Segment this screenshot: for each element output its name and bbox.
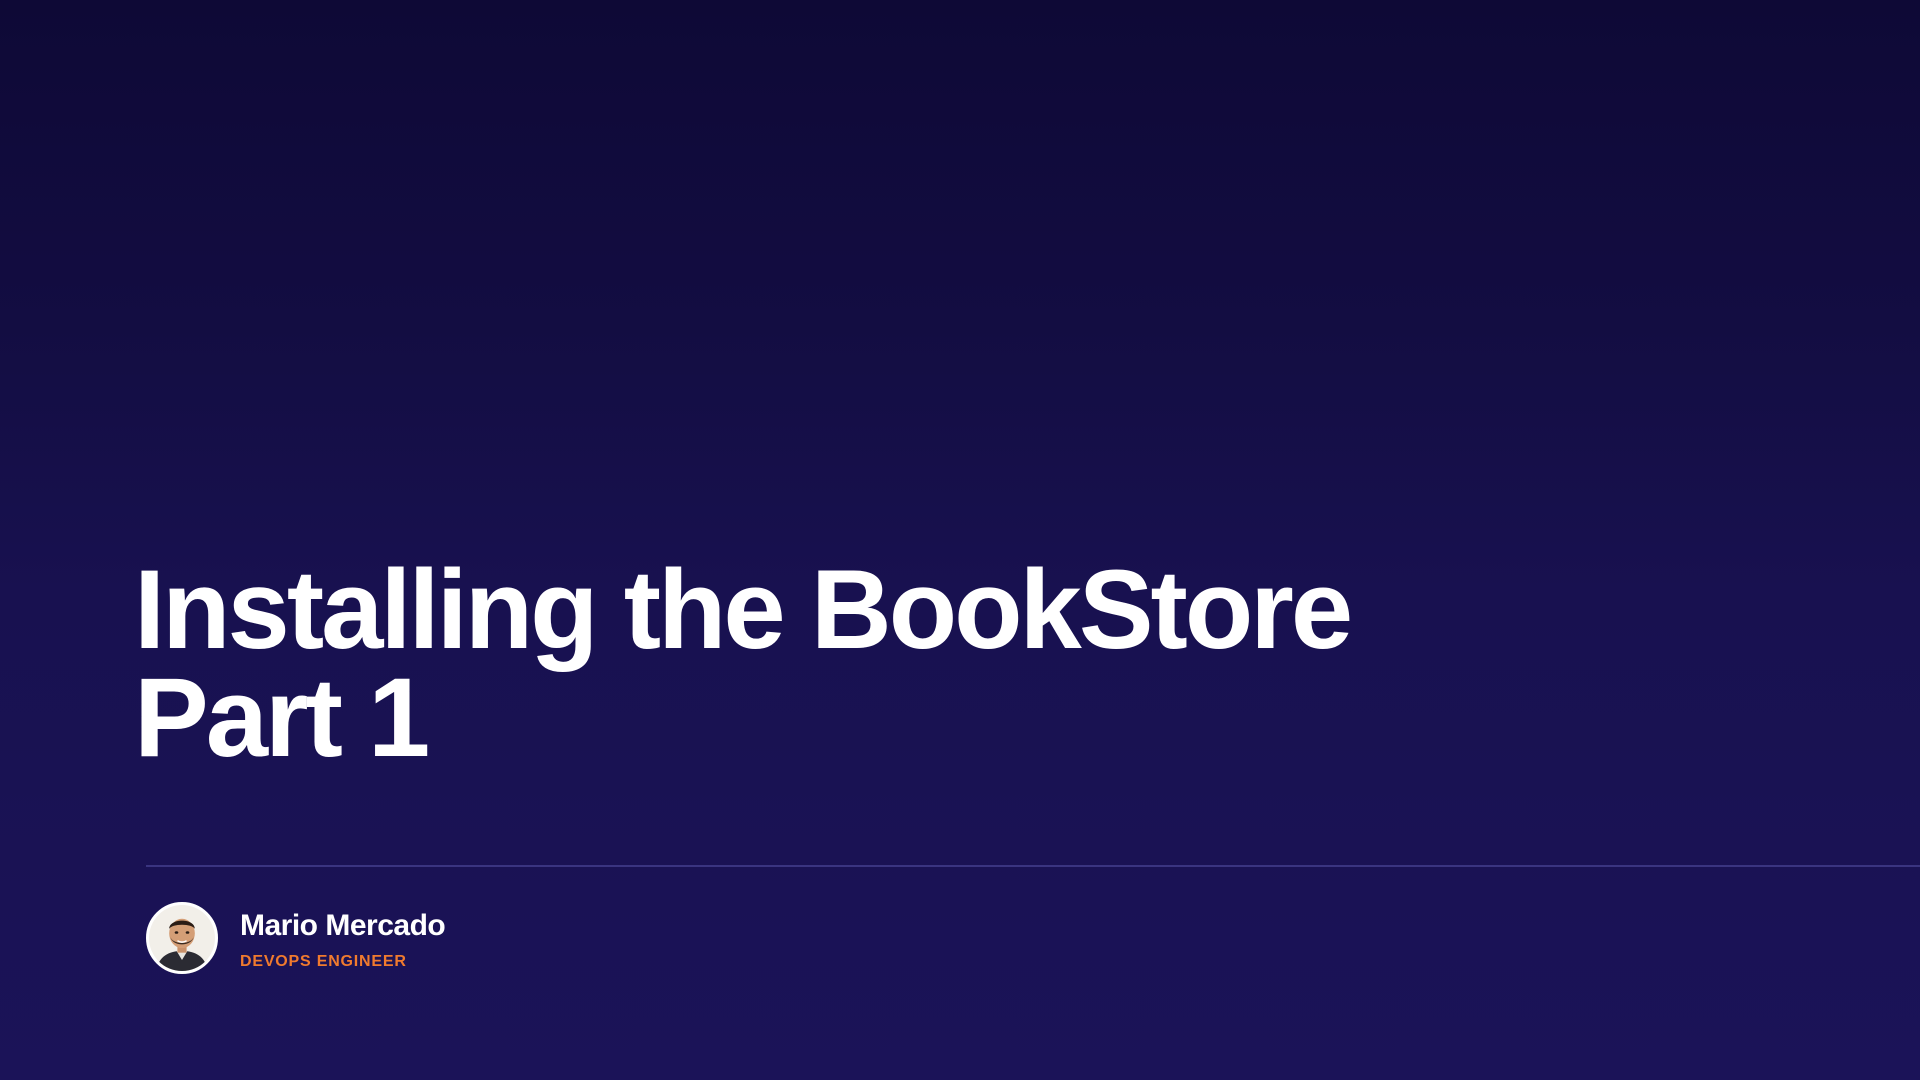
- slide-title-line-2: Part 1: [134, 655, 430, 780]
- author-avatar: [146, 902, 218, 974]
- divider: [146, 865, 1920, 867]
- person-avatar-icon: [149, 905, 215, 971]
- author-role: DEVOPS ENGINEER: [240, 953, 407, 970]
- slide-title: Installing the BookStore Part 1: [134, 547, 1734, 780]
- title-slide: Installing the BookStore Part 1 Mario Me…: [0, 0, 1920, 1080]
- slide-title-line-1: Installing the BookStore: [134, 547, 1353, 672]
- author-name: Mario Mercado: [240, 909, 446, 942]
